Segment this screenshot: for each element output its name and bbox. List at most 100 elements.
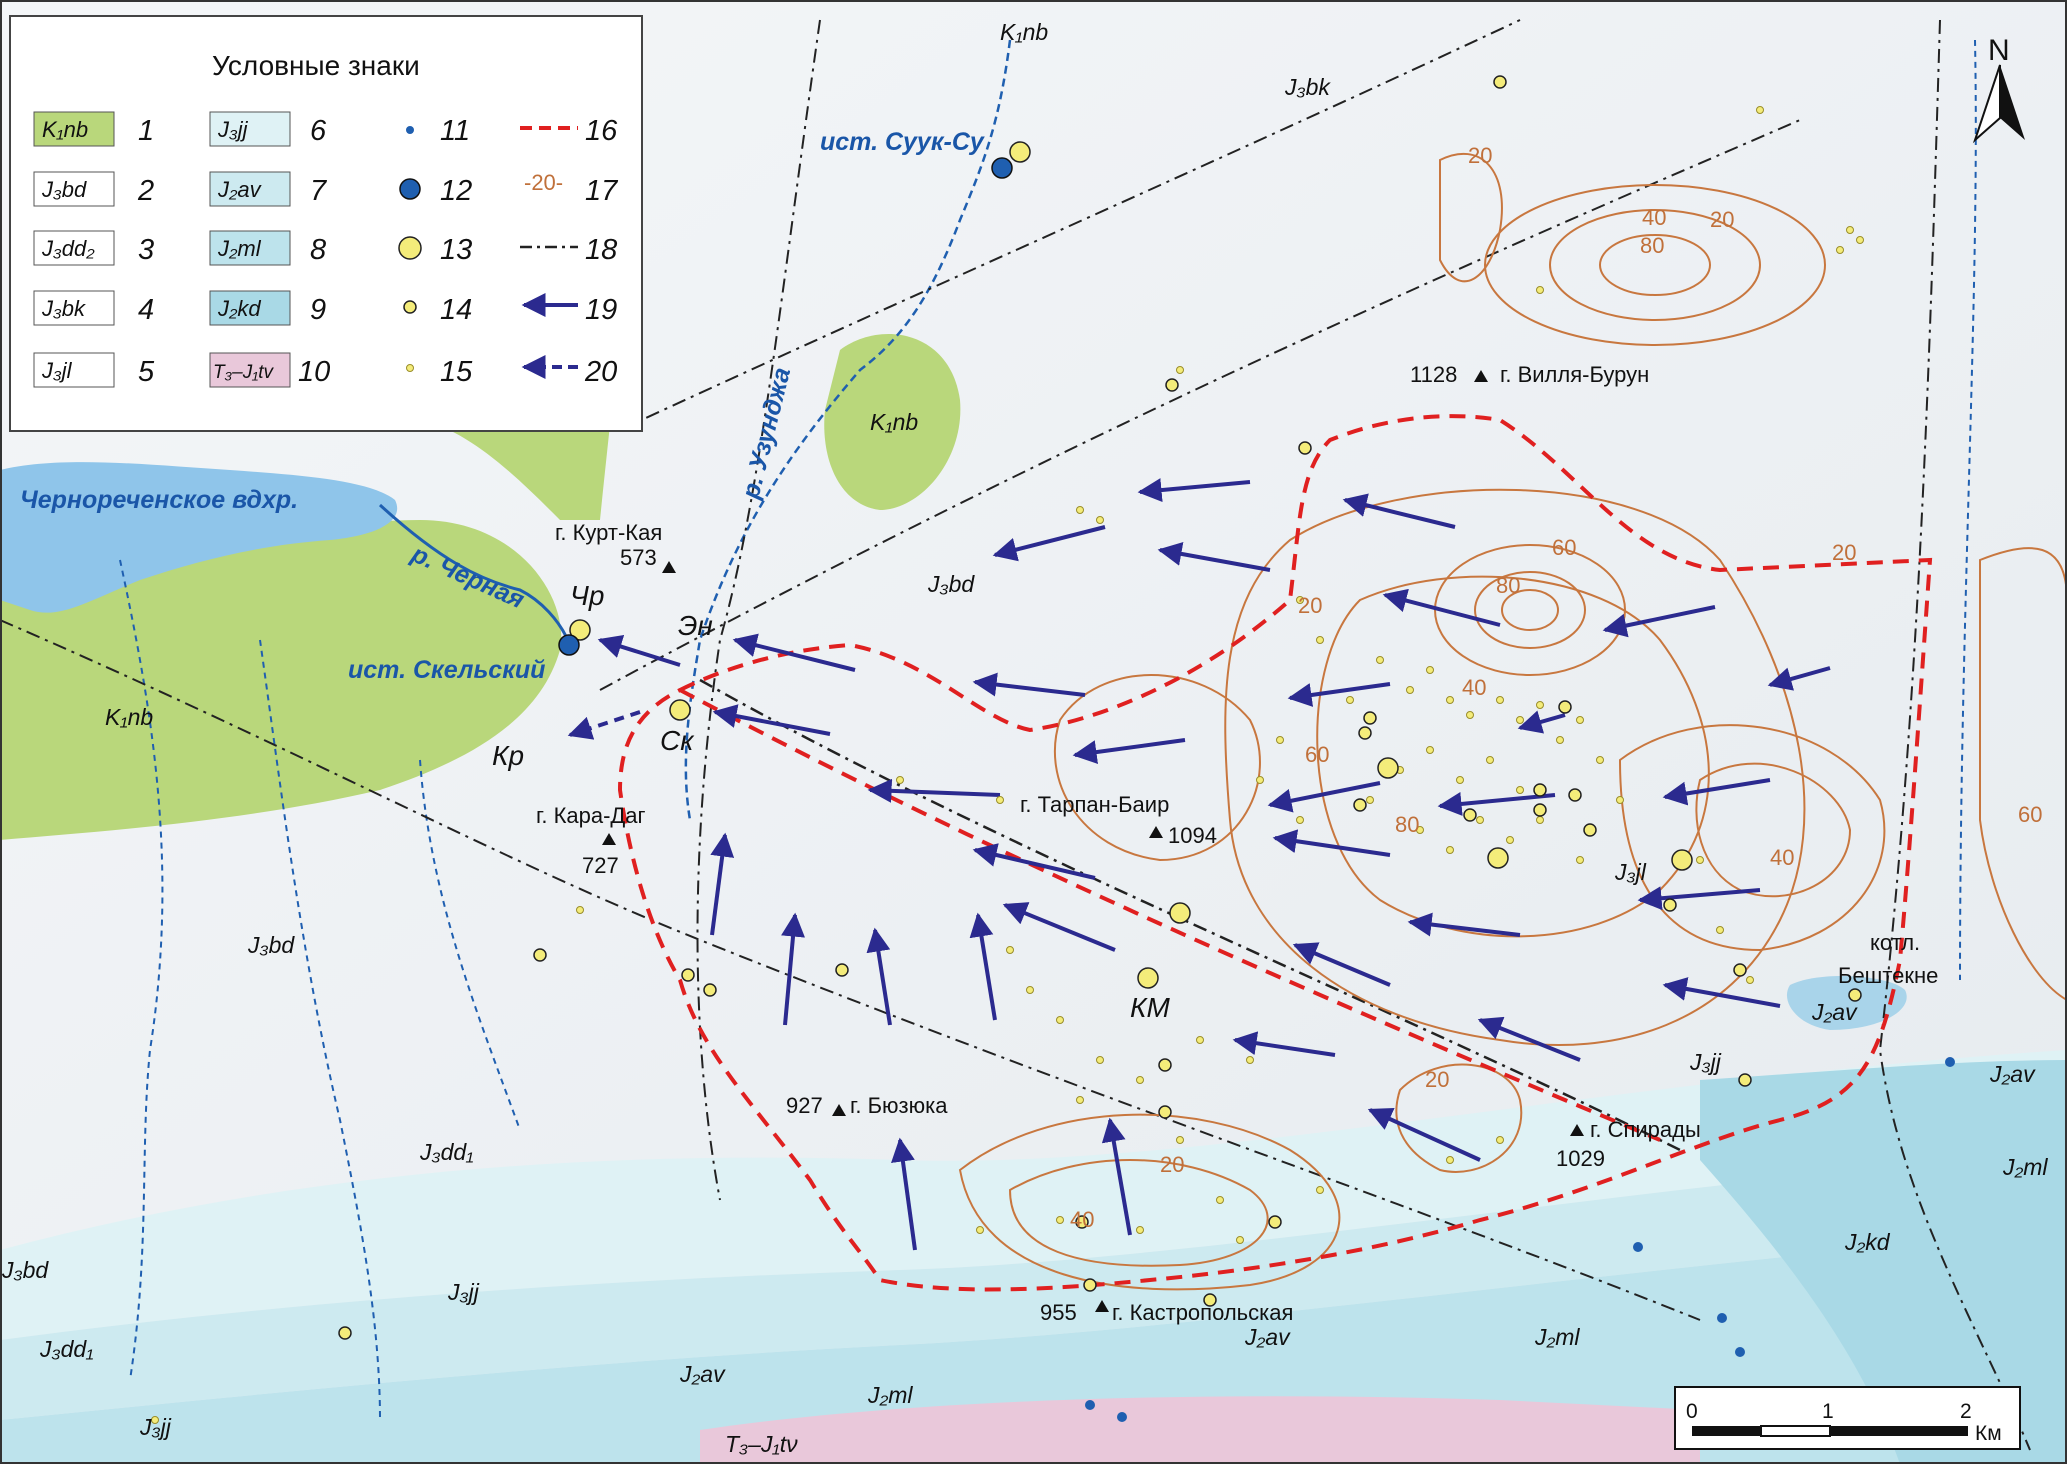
label-j2ml-2: J₂ml	[867, 1382, 913, 1408]
label-j3jl: J₃jl	[1614, 859, 1647, 885]
label-j3dd1-1: J₃dd₁	[419, 1139, 473, 1165]
label-j2av-2: J₂av	[679, 1361, 726, 1387]
label-point-en: Эн	[678, 610, 713, 641]
label-t3j1tv: T₃–J₁tν	[725, 1431, 798, 1457]
label-j3dd1-2: J₃dd₁	[39, 1336, 93, 1362]
label-j2av-3: J₂av	[1989, 1061, 2036, 1087]
isoline-label: 60	[1552, 535, 1576, 560]
legend: Условные знаки K₁nb 1 J₃bd 2 J₃dd₂ 3 J₃b…	[9, 15, 643, 432]
label-kurt-kaya: г. Курт-Кая	[555, 520, 662, 545]
label-reservoir: Чернореченское вдхр.	[20, 486, 298, 514]
scale-bar: 0 1 2 Км	[1674, 1386, 2021, 1450]
label-kara-dag-elev: 727	[582, 853, 619, 878]
label-beshtekne-2: Бештекне	[1838, 963, 1938, 988]
isoline-label: 40	[1770, 845, 1794, 870]
legend-code-8: J₂ml	[217, 236, 262, 261]
isoline-label: 40	[1642, 205, 1666, 230]
legend-code-3: J₃dd₂	[41, 236, 95, 261]
scale-tick-2: 2	[1960, 1400, 1972, 1423]
label-j3jj-3: J₃jj	[139, 1414, 172, 1440]
legend-num-2: 2	[137, 175, 154, 207]
spring-skelsky	[558, 634, 580, 656]
legend-num-6: 6	[310, 115, 327, 147]
legend-num-18: 18	[585, 234, 617, 266]
isoline-label: 20	[1832, 540, 1856, 565]
label-j3bd-3: J₃bd	[1, 1257, 49, 1283]
label-j2ml-1: J₂ml	[1534, 1324, 1580, 1350]
scale-tick-0: 0	[1686, 1400, 1698, 1423]
label-point-chr: Чр	[570, 580, 604, 611]
label-k1nb-center: K₁nb	[870, 409, 918, 435]
isoline-label: 60	[1305, 742, 1329, 767]
label-j2av-1: J₂av	[1244, 1324, 1291, 1350]
label-point-sk: Ск	[660, 725, 695, 756]
legend-num-7: 7	[310, 175, 328, 207]
legend-num-15: 15	[440, 356, 473, 388]
label-spiradi: г. Спирады	[1590, 1117, 1701, 1142]
legend-num-8: 8	[310, 234, 326, 266]
legend-code-1: K₁nb	[42, 117, 88, 142]
legend-code-9: J₂kd	[217, 296, 261, 321]
label-kurt-kaya-elev: 573	[620, 545, 657, 570]
label-beshtekne-1: котл.	[1870, 930, 1920, 955]
legend-num-9: 9	[310, 294, 326, 326]
legend-num-20: 20	[584, 356, 617, 388]
label-byuzyuka: г. Бюзюка	[850, 1093, 948, 1118]
isoline-label: 20	[1710, 207, 1734, 232]
label-spring-suuk: ист. Суук-Су	[820, 128, 985, 156]
north-label: N	[1988, 34, 2010, 67]
isoline-label: 80	[1496, 573, 1520, 598]
label-j3bd-2: J₃bd	[247, 932, 295, 958]
label-j3jj-2: J₃jj	[447, 1279, 480, 1305]
legend-num-12: 12	[440, 175, 472, 207]
legend-num-4: 4	[138, 294, 154, 326]
label-villya-elev: 1128	[1410, 362, 1457, 387]
label-spiradi-elev: 1029	[1556, 1146, 1605, 1171]
label-j2av-4: J₂av	[1811, 999, 1858, 1025]
legend-code-2: J₃bd	[41, 177, 87, 202]
legend-num-10: 10	[298, 356, 330, 388]
legend-num-16: 16	[585, 115, 618, 147]
label-point-kr: Кр	[492, 740, 524, 771]
isoline-label: 80	[1640, 233, 1664, 258]
label-j2kd: J₂kd	[1844, 1229, 1891, 1255]
legend-code-6: J₃jj	[217, 117, 249, 142]
legend-title: Условные знаки	[212, 50, 420, 81]
isoline-label: 20	[1298, 593, 1322, 618]
legend-num-5: 5	[138, 356, 155, 388]
karst-map: Чернореченское вдхр. р. Черная р. Узундж…	[0, 0, 2067, 1464]
label-spring-skelsky: ист. Скельский	[348, 656, 545, 684]
scale-unit: Км	[1975, 1422, 2002, 1445]
legend-num-11: 11	[440, 115, 470, 147]
label-k1nb-west: K₁nb	[105, 704, 153, 730]
label-kastro-elev: 955	[1040, 1300, 1077, 1325]
legend-num-13: 13	[440, 234, 472, 266]
isoline-label: 20	[1425, 1067, 1449, 1092]
label-villya: г. Вилля-Бурун	[1500, 362, 1649, 387]
label-point-km: КМ	[1130, 992, 1171, 1023]
isoline-label: 20	[1160, 1152, 1184, 1177]
isoline-label: 40	[1462, 675, 1486, 700]
legend-code-5: J₃jl	[41, 358, 73, 383]
label-tarpan: г. Тарпан-Баир	[1020, 792, 1169, 817]
label-kastro: г. Кастропольская	[1112, 1300, 1293, 1325]
scale-tick-1: 1	[1822, 1400, 1834, 1423]
label-j3bk: J₃bk	[1284, 74, 1331, 100]
label-tarpan-elev: 1094	[1168, 823, 1217, 848]
isoline-label: 60	[2018, 802, 2042, 827]
legend-code-7: J₂av	[217, 177, 263, 202]
legend-num-3: 3	[138, 234, 154, 266]
label-j3jj-1: J₃jj	[1689, 1049, 1722, 1075]
legend-code-4: J₃bk	[41, 296, 86, 321]
label-byuzyuka-elev: 927	[786, 1093, 823, 1118]
legend-isoline-label: -20-	[524, 170, 563, 195]
legend-code-10: T₃–J₁tv	[213, 362, 274, 383]
legend-num-1: 1	[138, 115, 154, 147]
spring-suuk-su	[991, 157, 1013, 179]
legend-num-17: 17	[585, 175, 619, 207]
legend-num-14: 14	[440, 294, 472, 326]
label-kara-dag: г. Кара-Даг	[536, 803, 646, 828]
isoline-label: 20	[1468, 143, 1492, 168]
isoline-label: 40	[1070, 1207, 1094, 1232]
label-j2ml-3: J₂ml	[2002, 1154, 2048, 1180]
